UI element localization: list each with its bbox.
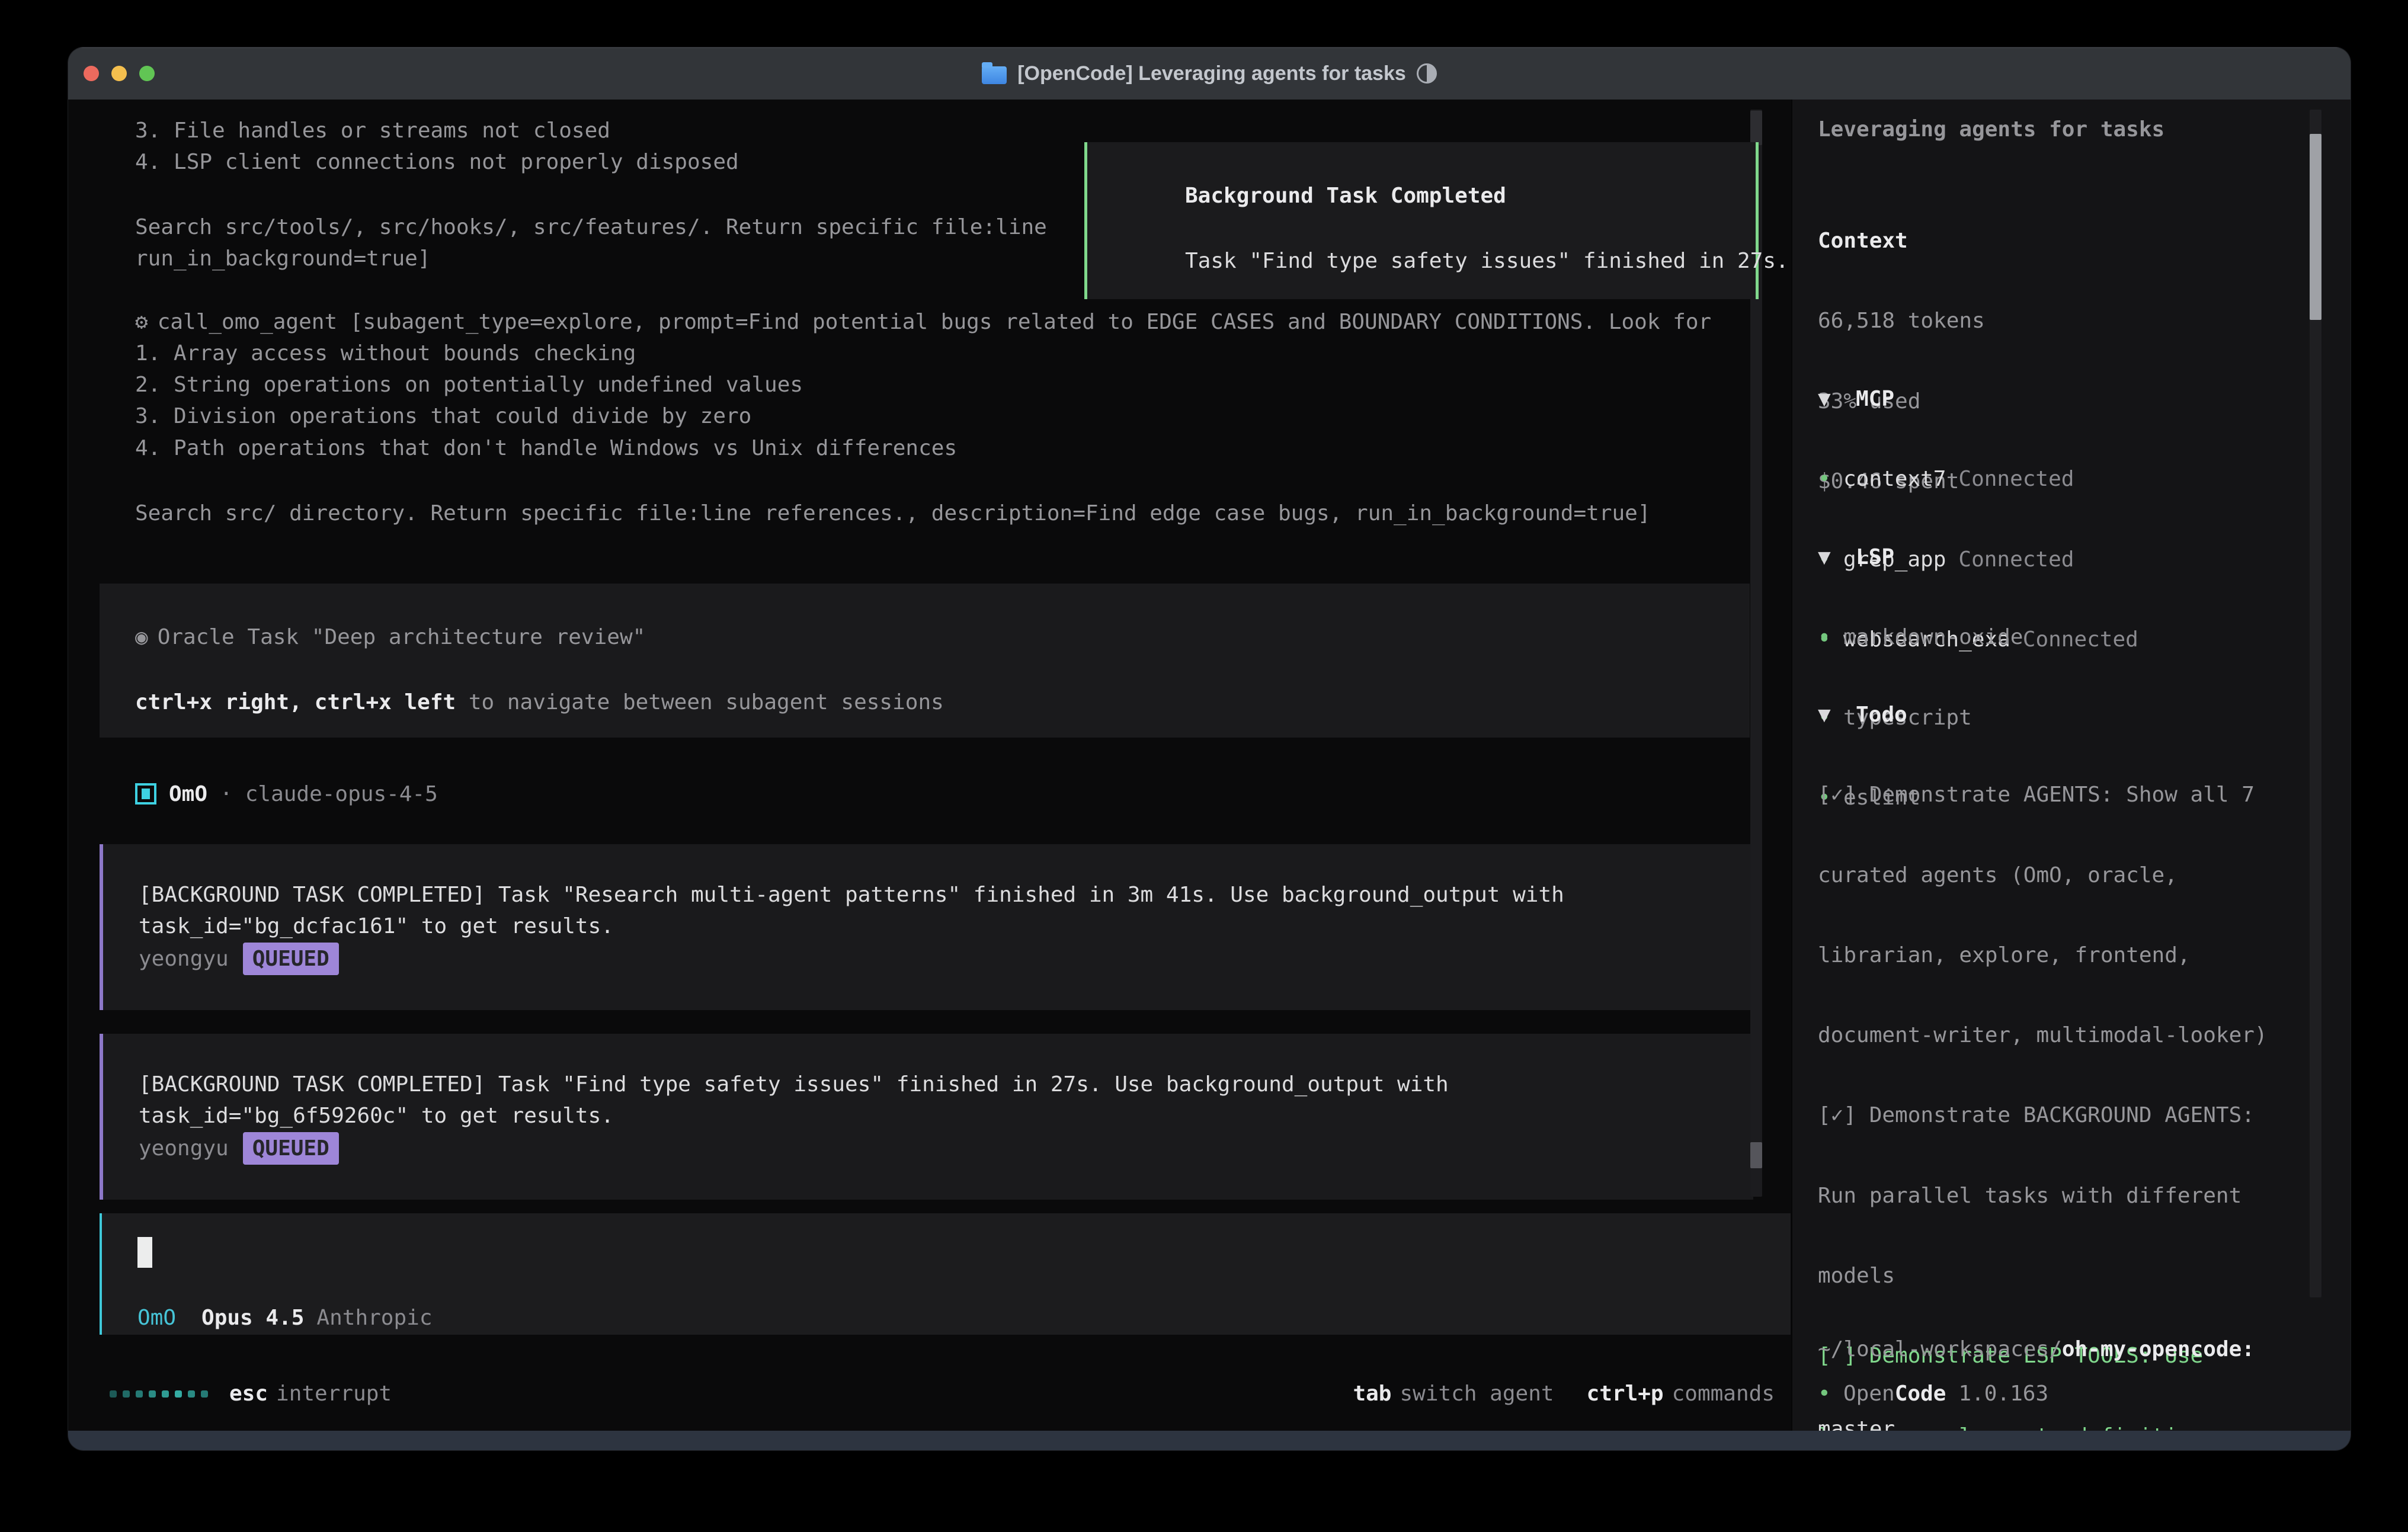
toast-notification: Background Task Completed Task "Find typ…	[1084, 142, 1759, 299]
tool-call-item: 1. Array access without bounds checking	[135, 338, 636, 369]
separator-dot: ·	[220, 782, 233, 806]
card-text-line: [BACKGROUND TASK COMPLETED] Task "Find t…	[139, 1069, 1449, 1100]
minimize-button[interactable]	[111, 66, 127, 81]
chevron-down-icon: ▼	[1818, 541, 1856, 573]
window-bottom-chrome	[68, 1431, 2351, 1450]
todo-line: Run parallel tasks with different	[1818, 1180, 2293, 1212]
input-provider-name: Anthropic	[316, 1306, 432, 1330]
version-row: •OpenCode 1.0.163	[1818, 1378, 2048, 1409]
close-button[interactable]	[84, 66, 99, 81]
tool-call-item: 2. String operations on potentially unde…	[135, 369, 803, 400]
traffic-lights	[84, 47, 155, 100]
lsp-item: •markdown-oxide	[1818, 621, 2023, 653]
bullet-icon: •	[1818, 621, 1843, 653]
zoom-button[interactable]	[139, 66, 155, 81]
tool-call-header: ⚙call_omo_agent [subagent_type=explore, …	[135, 306, 1711, 338]
input-agent-name[interactable]: OmO	[137, 1306, 176, 1330]
mcp-item: •context7Connected	[1818, 463, 2138, 495]
window-title-group: [OpenCode] Leveraging agents for tasks	[982, 62, 1437, 85]
shortcut-key: ctrl+x right,	[135, 690, 302, 714]
background-task-card: [BACKGROUND TASK COMPLETED] Task "Find t…	[100, 1034, 1753, 1200]
status-badge: QUEUED	[243, 943, 339, 975]
context-heading: Context	[1818, 225, 1985, 257]
context-tokens: 66,518 tokens	[1818, 305, 1985, 336]
oracle-task-title: ◉Oracle Task "Deep architecture review"	[135, 621, 645, 653]
lsp-heading-row[interactable]: ▼LSP	[1818, 541, 2023, 573]
esc-key-hint: esc	[229, 1382, 268, 1406]
gear-icon: ⚙	[135, 310, 148, 334]
user-label: yeongyu	[139, 1136, 229, 1161]
window-title: [OpenCode] Leveraging agents for tasks	[1017, 62, 1406, 85]
tab-key-label: switch agent	[1400, 1382, 1554, 1406]
agent-model: claude-opus-4-5	[245, 782, 438, 806]
workspace-info: ~/local-workspaces/oh-my-opencode: maste…	[1818, 1285, 2255, 1450]
bullet-icon: •	[1818, 1378, 1843, 1409]
input-model-name[interactable]: Opus 4.5	[201, 1306, 304, 1330]
card-meta-row: yeongyu QUEUED	[139, 1132, 339, 1164]
card-meta-row: yeongyu QUEUED	[139, 943, 339, 974]
status-bar: esc interrupt tab switch agent ctrl+p co…	[68, 1378, 1791, 1409]
card-text-line: task_id="bg_dcfac161" to get results.	[139, 911, 614, 942]
sidebar-scrollbar-thumb[interactable]	[2310, 134, 2321, 320]
message-line: Search src/tools/, src/hooks/, src/featu…	[135, 211, 1047, 243]
ctrlp-key-label: commands	[1672, 1382, 1775, 1406]
sidebar: Leveraging agents for tasks Context 66,5…	[1791, 100, 2351, 1431]
status-badge: QUEUED	[243, 1132, 339, 1165]
chat-area: 3. File handles or streams not closed 4.…	[68, 100, 1791, 1431]
app-version: 1.0.163	[1958, 1382, 2048, 1406]
main-scrollbar-thumb-top[interactable]	[1750, 111, 1762, 145]
main-scrollbar-thumb[interactable]	[1750, 1142, 1762, 1168]
tab-key-hint: tab	[1353, 1382, 1391, 1406]
workspace-path: ~/local-workspaces/	[1818, 1337, 2062, 1361]
chevron-down-icon: ▼	[1818, 383, 1856, 415]
omo-agent-icon	[135, 783, 156, 805]
message-line: 4. LSP client connections not properly d…	[135, 146, 739, 178]
todo-line: [✓] Demonstrate AGENTS: Show all 7	[1818, 779, 2293, 810]
tool-call-footer: Search src/ directory. Return specific f…	[135, 498, 1651, 529]
oracle-icon: ◉	[135, 625, 148, 649]
progress-spinner	[110, 1390, 208, 1398]
toast-title: Background Task Completed	[1185, 180, 1506, 211]
todo-line: document-writer, multimodal-looker)	[1818, 1020, 2293, 1051]
toast-body: Task "Find type safety issues" finished …	[1185, 245, 1789, 277]
prompt-input[interactable]: OmO Opus 4.5 Anthropic	[100, 1213, 1791, 1335]
esc-key-label: interrupt	[276, 1382, 392, 1406]
message-line: run_in_background=true]	[135, 243, 431, 274]
shortcut-key: ctrl+x left	[315, 690, 456, 714]
folder-icon	[982, 66, 1007, 84]
text-cursor	[137, 1237, 152, 1268]
card-text-line: [BACKGROUND TASK COMPLETED] Task "Resear…	[139, 879, 1564, 911]
mcp-heading-row[interactable]: ▼MCP	[1818, 383, 2138, 415]
session-title: Leveraging agents for tasks	[1818, 114, 2164, 145]
todo-line: [✓] Demonstrate BACKGROUND AGENTS:	[1818, 1100, 2293, 1131]
todo-line: librarian, explore, frontend,	[1818, 940, 2293, 971]
background-task-card: [BACKGROUND TASK COMPLETED] Task "Resear…	[100, 844, 1753, 1010]
opencode-window: [OpenCode] Leveraging agents for tasks 3…	[68, 47, 2351, 1450]
message-line: 3. File handles or streams not closed	[135, 115, 610, 146]
todo-line: curated agents (OmO, oracle,	[1818, 860, 2293, 891]
card-text-line: task_id="bg_6f59260c" to get results.	[139, 1100, 614, 1132]
user-label: yeongyu	[139, 947, 229, 971]
oracle-task-panel: ◉Oracle Task "Deep architecture review" …	[100, 584, 1750, 738]
ctrlp-key-hint: ctrl+p	[1587, 1382, 1664, 1406]
bullet-icon: •	[1818, 463, 1843, 495]
tool-call-item: 3. Division operations that could divide…	[135, 400, 751, 432]
agent-name: OmO	[169, 782, 207, 806]
tool-call-item: 4. Path operations that don't handle Win…	[135, 432, 957, 464]
app-name-bold: Code	[1895, 1382, 1946, 1406]
chevron-down-icon: ▼	[1818, 699, 1856, 730]
oracle-task-hint: ctrl+x right,ctrl+x left to navigate bet…	[135, 687, 944, 718]
workspace-repo: oh-my-opencode:	[2062, 1337, 2255, 1361]
workspace-path-row: ~/local-workspaces/oh-my-opencode:	[1818, 1334, 2255, 1365]
window-titlebar: [OpenCode] Leveraging agents for tasks	[68, 47, 2351, 101]
todo-heading-row[interactable]: ▼Todo	[1818, 699, 2293, 730]
app-name-dim: Open	[1843, 1382, 1895, 1406]
input-model-row: OmO Opus 4.5 Anthropic	[137, 1302, 433, 1334]
proxy-circle-icon	[1417, 63, 1437, 84]
desktop: [OpenCode] Leveraging agents for tasks 3…	[0, 0, 2408, 1532]
